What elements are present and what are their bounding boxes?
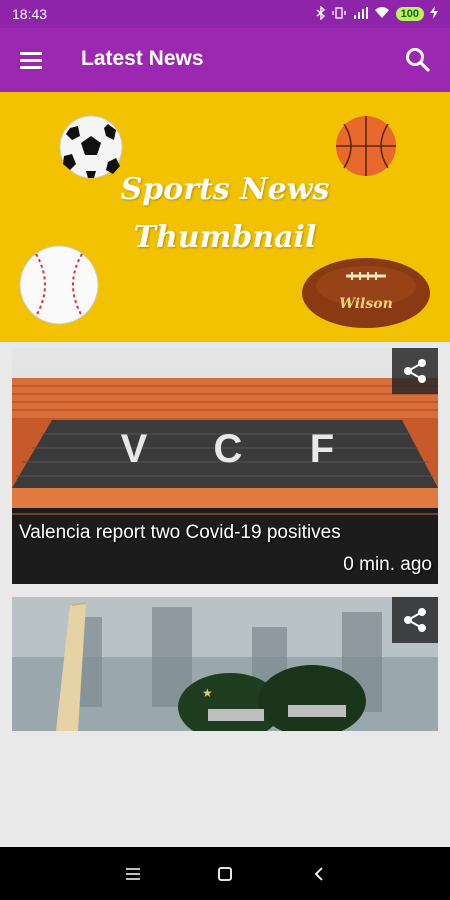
menu-icon-line <box>20 66 42 69</box>
stadium-letter: C <box>214 427 243 471</box>
article-time: 0 min. ago <box>343 554 432 575</box>
football-icon: Wilson <box>302 258 430 328</box>
recents-icon <box>126 868 140 880</box>
share-icon <box>404 359 426 383</box>
search-icon <box>406 48 430 72</box>
share-button[interactable] <box>392 597 438 643</box>
banner-title-line2: Thumbnail <box>133 220 317 255</box>
home-icon <box>218 867 232 881</box>
baseball-icon <box>19 245 99 325</box>
stadium-letter: F <box>310 427 334 471</box>
wifi-icon <box>374 6 390 22</box>
status-bar: 18:43 100 <box>0 0 450 28</box>
system-nav-bar <box>0 847 450 900</box>
menu-icon-line <box>20 59 42 62</box>
signal-icon <box>352 6 368 23</box>
stadium-image: V C F <box>12 348 438 584</box>
status-icons: 100 <box>316 4 438 23</box>
football-brand-label: Wilson <box>339 296 393 312</box>
home-button[interactable] <box>212 861 238 887</box>
soccer-ball-icon <box>59 115 123 179</box>
article-card[interactable]: V C F Valencia report two Covid-19 posit… <box>12 348 438 584</box>
menu-icon-line <box>20 52 42 55</box>
stadium-letter: V <box>121 427 148 471</box>
vibrate-icon <box>331 6 346 23</box>
article-card[interactable]: ★ <box>12 597 438 731</box>
cricket-image: ★ <box>12 597 438 731</box>
status-time: 18:43 <box>12 6 48 22</box>
charging-icon <box>430 6 438 22</box>
article-title[interactable]: Valencia report two Covid-19 positives <box>19 522 341 544</box>
screen: 18:43 100 Latest News Wilson Sports News… <box>0 0 450 900</box>
app-bar: Latest News <box>0 28 450 92</box>
menu-button[interactable] <box>18 48 44 72</box>
page-title: Latest News <box>81 47 204 70</box>
back-button[interactable] <box>306 861 332 887</box>
share-icon <box>404 608 426 632</box>
basketball-icon <box>336 116 396 176</box>
back-icon <box>314 867 323 881</box>
bluetooth-icon <box>316 4 326 23</box>
search-button[interactable] <box>404 46 432 74</box>
share-button[interactable] <box>392 348 438 394</box>
banner-title-line1: Sports News <box>120 172 330 207</box>
battery-icon: 100 <box>395 7 424 21</box>
recents-button[interactable] <box>120 861 146 887</box>
banner[interactable]: Wilson Sports News Thumbnail <box>0 92 450 342</box>
star-mark: ★ <box>202 686 213 700</box>
